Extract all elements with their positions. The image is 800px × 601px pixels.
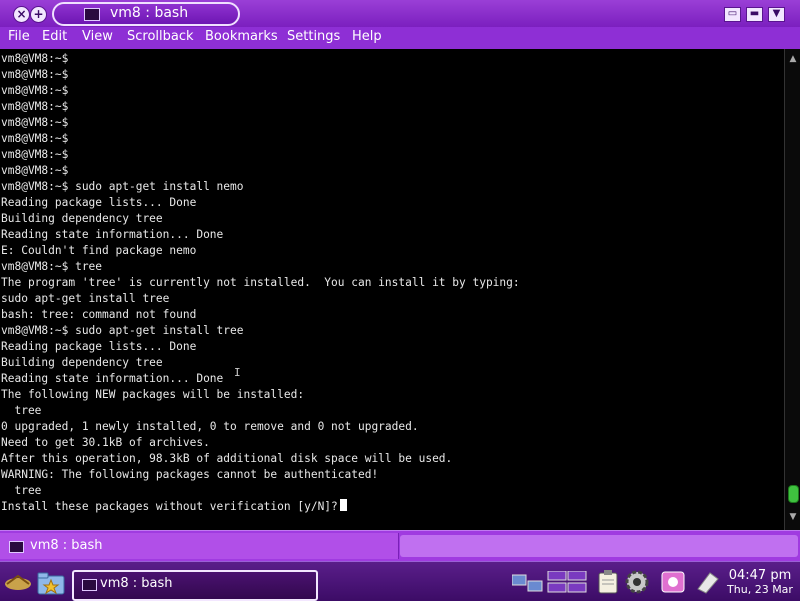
close-icon[interactable]: × <box>13 6 30 23</box>
terminal-line: vm8@VM8:~$ sudo apt-get install nemo <box>1 180 244 193</box>
terminal-line: The program 'tree' is currently not inst… <box>1 276 520 289</box>
menu-help[interactable]: Help <box>352 29 382 44</box>
terminal-line: vm8@VM8:~$ tree <box>1 260 103 273</box>
terminal-icon <box>84 8 100 21</box>
restore-icon[interactable]: ▭ <box>724 7 741 22</box>
terminal-icon <box>9 541 24 553</box>
terminal-prompt-line: Install these packages without verificat… <box>1 499 347 515</box>
minimize-icon[interactable]: ▬ <box>746 7 763 22</box>
menu-edit[interactable]: Edit <box>42 29 67 44</box>
taskbar-task-label: vm8 : bash <box>100 576 173 591</box>
terminal-line: vm8@VM8:~$ <box>1 164 69 177</box>
session-tab-bar: vm8 : bash <box>0 530 800 561</box>
scroll-down-icon[interactable]: ▼ <box>787 511 799 523</box>
launcher-icon[interactable] <box>3 570 33 594</box>
terminal-line: vm8@VM8:~$ sudo apt-get install tree <box>1 324 244 337</box>
desktop-switcher-icon[interactable] <box>512 571 588 595</box>
menu-scrollback[interactable]: Scrollback <box>127 29 194 44</box>
terminal-line: vm8@VM8:~$ <box>1 116 69 129</box>
terminal-line: Building dependency tree <box>1 212 163 225</box>
terminal-line: vm8@VM8:~$ <box>1 52 69 65</box>
eject-icon[interactable] <box>694 569 722 595</box>
taskbar: vm8 : bash 04:47 pm Thu, 23 Mar <box>0 561 800 601</box>
window-title: vm8 : bash <box>110 5 189 21</box>
clock-time: 04:47 pm <box>728 568 792 583</box>
media-icon[interactable] <box>660 569 686 595</box>
clock-date: Thu, 23 Mar <box>727 583 793 596</box>
terminal-line: Reading package lists... Done <box>1 340 197 353</box>
menu-view[interactable]: View <box>82 29 113 44</box>
terminal-line: Need to get 30.1kB of archives. <box>1 436 210 449</box>
home-folder-icon[interactable] <box>36 570 66 596</box>
terminal-line: 0 upgraded, 1 newly installed, 0 to remo… <box>1 420 419 433</box>
terminal-line: vm8@VM8:~$ <box>1 132 69 145</box>
title-bar: × + vm8 : bash ▭ ▬ ▼ <box>0 0 800 27</box>
terminal-line: Building dependency tree <box>1 356 163 369</box>
menu-settings[interactable]: Settings <box>287 29 340 44</box>
terminal-line: Reading state information... Done <box>1 372 224 385</box>
terminal-line: The following NEW packages will be insta… <box>1 388 305 401</box>
terminal-line: vm8@VM8:~$ <box>1 100 69 113</box>
terminal-icon <box>82 579 97 591</box>
prompt-text: Install these packages without verificat… <box>1 500 338 513</box>
menu-bookmarks[interactable]: Bookmarks <box>205 29 278 44</box>
terminal-line: bash: tree: command not found <box>1 308 197 321</box>
mouse-ibeam-icon: I <box>234 366 241 379</box>
terminal-line: After this operation, 98.3kB of addition… <box>1 452 453 465</box>
menu-bar: File Edit View Scrollback Bookmarks Sett… <box>0 27 800 49</box>
terminal-output[interactable]: vm8@VM8:~$ vm8@VM8:~$ vm8@VM8:~$ vm8@VM8… <box>0 49 784 530</box>
settings-icon[interactable] <box>624 569 650 595</box>
terminal-line: E: Couldn't find package nemo <box>1 244 197 257</box>
terminal-line: vm8@VM8:~$ <box>1 84 69 97</box>
terminal-line: tree <box>1 484 42 497</box>
terminal-scrollbar[interactable]: ▲ ▼ <box>784 49 800 530</box>
terminal-line: WARNING: The following packages cannot b… <box>1 468 379 481</box>
scroll-thumb[interactable] <box>788 485 799 503</box>
clock[interactable]: 04:47 pm Thu, 23 Mar <box>724 568 796 597</box>
terminal-line: vm8@VM8:~$ <box>1 68 69 81</box>
terminal-line: vm8@VM8:~$ <box>1 148 69 161</box>
new-window-icon[interactable]: + <box>30 6 47 23</box>
terminal-line: sudo apt-get install tree <box>1 292 170 305</box>
menu-file[interactable]: File <box>8 29 30 44</box>
taskbar-task-button[interactable]: vm8 : bash <box>72 570 318 601</box>
session-tab[interactable]: vm8 : bash <box>0 533 399 559</box>
terminal-line: tree <box>1 404 42 417</box>
tab-bar-empty-area[interactable] <box>400 535 798 557</box>
session-tab-label: vm8 : bash <box>30 538 103 553</box>
clipboard-icon[interactable] <box>596 569 622 595</box>
scroll-up-icon[interactable]: ▲ <box>787 53 799 65</box>
terminal-line: Reading state information... Done <box>1 228 224 241</box>
text-cursor <box>339 499 347 511</box>
terminal-line: Reading package lists... Done <box>1 196 197 209</box>
maximize-icon[interactable]: ▼ <box>768 7 785 22</box>
window-title-box[interactable]: vm8 : bash <box>52 2 240 26</box>
